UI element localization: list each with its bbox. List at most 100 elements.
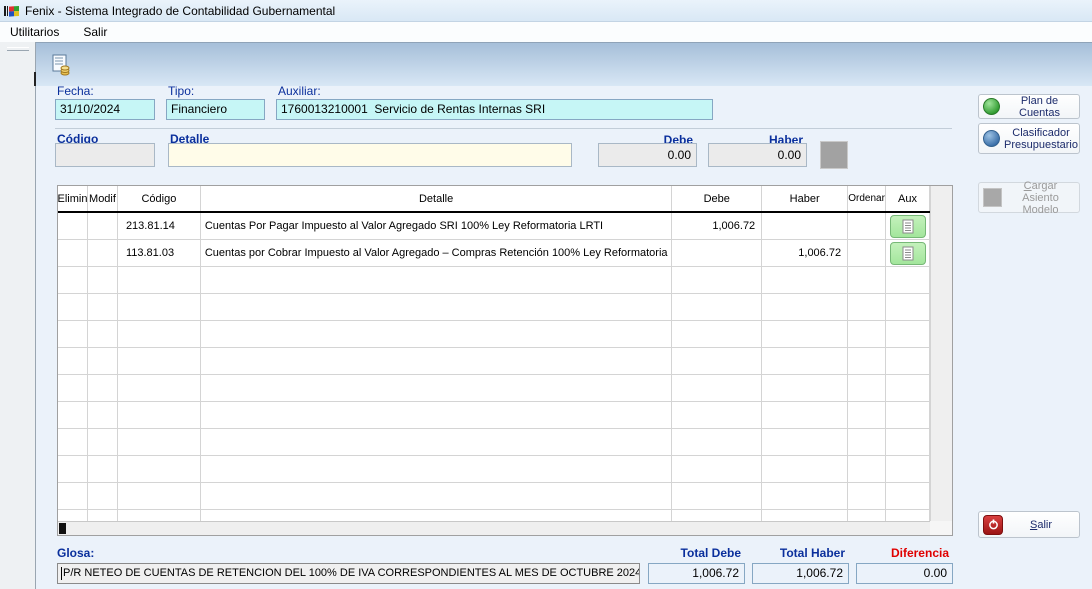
fecha-label: Fecha: bbox=[57, 84, 94, 98]
cell-haber bbox=[762, 429, 848, 455]
cell-modif bbox=[88, 294, 118, 320]
header-aux: Aux bbox=[886, 186, 930, 211]
cell-elimin bbox=[58, 240, 88, 266]
cell-codigo bbox=[118, 510, 201, 521]
cell-modif bbox=[88, 240, 118, 266]
table-row bbox=[58, 321, 930, 348]
new-entry-button[interactable] bbox=[48, 51, 74, 79]
menu-salir[interactable]: Salir bbox=[81, 23, 109, 41]
haber-input[interactable]: 0.00 bbox=[708, 143, 807, 167]
clasificador-presupuestario-button[interactable]: ClasificadorPresupuestario bbox=[978, 123, 1080, 154]
toolbar bbox=[36, 42, 1092, 86]
detalle-input[interactable] bbox=[168, 143, 572, 167]
cell-haber: 1,006.72 bbox=[762, 240, 848, 266]
clasificador-label: ClasificadorPresupuestario bbox=[1004, 127, 1078, 151]
cell-haber bbox=[762, 483, 848, 509]
table-row bbox=[58, 483, 930, 510]
table-header-row: Elimin Modif Código Detalle Debe Haber O… bbox=[58, 186, 930, 213]
cell-modif bbox=[88, 402, 118, 428]
cell-detalle bbox=[201, 294, 672, 320]
table-row bbox=[58, 429, 930, 456]
title-bar: Fenix - Sistema Integrado de Contabilida… bbox=[0, 0, 1092, 22]
cell-detalle bbox=[201, 483, 672, 509]
cell-elimin bbox=[58, 402, 88, 428]
diferencia-label: Diferencia bbox=[856, 546, 949, 560]
cell-elimin bbox=[58, 456, 88, 482]
horizontal-scrollbar[interactable] bbox=[58, 521, 930, 535]
cell-ordenar bbox=[848, 321, 886, 347]
cell-elimin bbox=[58, 267, 88, 293]
table-row bbox=[58, 348, 930, 375]
cell-elimin bbox=[58, 375, 88, 401]
text-caret bbox=[61, 567, 62, 580]
cell-detalle bbox=[201, 429, 672, 455]
tipo-input[interactable]: Financiero bbox=[166, 99, 265, 120]
debe-input[interactable]: 0.00 bbox=[598, 143, 697, 167]
cell-modif bbox=[88, 375, 118, 401]
cell-codigo bbox=[118, 375, 201, 401]
cell-ordenar bbox=[848, 483, 886, 509]
vertical-scrollbar[interactable] bbox=[930, 186, 952, 521]
cell-debe bbox=[672, 483, 762, 509]
plan-de-cuentas-button[interactable]: Plan de Cuentas bbox=[978, 94, 1080, 119]
cell-ordenar bbox=[848, 375, 886, 401]
auxiliar-input[interactable]: 1760013210001 Servicio de Rentas Interna… bbox=[276, 99, 713, 120]
cell-debe bbox=[672, 402, 762, 428]
cell-codigo bbox=[118, 456, 201, 482]
table-row[interactable]: 113.81.03Cuentas por Cobrar Impuesto al … bbox=[58, 240, 930, 267]
cell-ordenar bbox=[848, 267, 886, 293]
green-sphere-icon bbox=[983, 98, 1000, 115]
table-row bbox=[58, 510, 930, 521]
auxiliar-label: Auxiliar: bbox=[278, 84, 321, 98]
cell-codigo bbox=[118, 429, 201, 455]
splitter-grip[interactable] bbox=[7, 47, 29, 51]
total-debe-label: Total Debe bbox=[648, 546, 741, 560]
header-haber: Haber bbox=[762, 186, 848, 211]
cell-ordenar bbox=[848, 456, 886, 482]
cell-modif bbox=[88, 213, 118, 239]
entry-action-button[interactable] bbox=[820, 141, 848, 169]
cell-aux bbox=[886, 429, 930, 455]
window-title: Fenix - Sistema Integrado de Contabilida… bbox=[25, 4, 335, 18]
cell-elimin bbox=[58, 213, 88, 239]
codigo-input[interactable] bbox=[55, 143, 155, 167]
cell-debe bbox=[672, 510, 762, 521]
left-panel-strip[interactable] bbox=[0, 42, 36, 589]
table-row bbox=[58, 294, 930, 321]
table-row[interactable]: 213.81.14Cuentas Por Pagar Impuesto al V… bbox=[58, 213, 930, 240]
salir-button[interactable]: Salir bbox=[978, 511, 1080, 538]
header-ordenar: Ordenar bbox=[848, 186, 886, 211]
cell-elimin bbox=[58, 483, 88, 509]
fecha-input[interactable]: 31/10/2024 bbox=[55, 99, 155, 120]
cell-debe bbox=[672, 429, 762, 455]
cell-modif bbox=[88, 510, 118, 521]
cell-elimin bbox=[58, 321, 88, 347]
cell-aux bbox=[886, 348, 930, 374]
cell-elimin bbox=[58, 294, 88, 320]
menu-utilitarios[interactable]: Utilitarios bbox=[8, 23, 61, 41]
header-elimin: Elimin bbox=[58, 186, 88, 211]
cell-modif bbox=[88, 456, 118, 482]
cell-codigo bbox=[118, 267, 201, 293]
cell-elimin bbox=[58, 510, 88, 521]
entries-table: Elimin Modif Código Detalle Debe Haber O… bbox=[57, 185, 953, 536]
plan-de-cuentas-label: Plan de Cuentas bbox=[1004, 95, 1075, 119]
cell-haber bbox=[762, 294, 848, 320]
cell-haber bbox=[762, 375, 848, 401]
table-row bbox=[58, 375, 930, 402]
cell-codigo bbox=[118, 402, 201, 428]
cell-detalle bbox=[201, 402, 672, 428]
cell-detalle: Cuentas Por Pagar Impuesto al Valor Agre… bbox=[201, 213, 672, 239]
aux-button[interactable] bbox=[890, 215, 926, 238]
separator-line bbox=[55, 128, 952, 129]
aux-button[interactable] bbox=[890, 242, 926, 265]
cell-detalle bbox=[201, 267, 672, 293]
header-debe: Debe bbox=[672, 186, 762, 211]
cell-debe bbox=[672, 240, 762, 266]
cell-aux bbox=[886, 456, 930, 482]
cell-debe bbox=[672, 348, 762, 374]
horizontal-scrollbar-thumb[interactable] bbox=[59, 523, 66, 534]
cargar-asiento-modelo-button[interactable]: Cargar AsientoModelo bbox=[978, 182, 1080, 213]
cell-detalle bbox=[201, 321, 672, 347]
glosa-input[interactable]: P/R NETEO DE CUENTAS DE RETENCION DEL 10… bbox=[57, 563, 640, 584]
